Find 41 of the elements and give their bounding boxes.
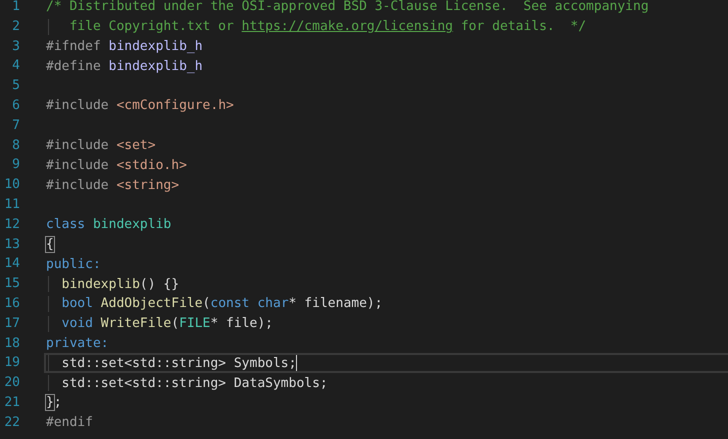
line-number: 9 xyxy=(11,156,20,174)
code-line: std::set<std::string> Symbols; xyxy=(44,353,728,374)
code-line: std::set<std::string> DataSymbols; xyxy=(44,373,328,393)
line-number: 19 xyxy=(3,354,20,372)
line-number: 7 xyxy=(11,116,20,135)
code-line: bindexplib() {} xyxy=(44,274,180,294)
code-line: #define bindexplib_h xyxy=(45,58,203,76)
code-line: bool AddObjectFile(const char* filename); xyxy=(44,294,383,314)
code-line: file Copyright.txt or https://cmake.org/licensing for details. */ xyxy=(44,16,586,37)
code-line: #include <set> xyxy=(45,136,156,155)
line-number: 5 xyxy=(11,77,20,96)
line-number: 6 xyxy=(11,96,20,115)
code-line: #ifndef bindexplib_h xyxy=(45,38,203,56)
line-number: 11 xyxy=(3,196,20,214)
code-line: public: xyxy=(45,256,101,274)
line-number: 20 xyxy=(3,374,20,392)
code-line: #include <string> xyxy=(45,176,180,195)
line-number: 13 xyxy=(3,236,20,254)
code-line: void WriteFile(FILE* file); xyxy=(44,314,274,334)
line-number: 10 xyxy=(3,176,20,194)
line-number: 12 xyxy=(3,216,20,234)
code-line: { xyxy=(45,236,54,254)
code-line: #include <cmConfigure.h> xyxy=(45,97,234,116)
code-line: /* Distributed under the OSI-approved BSD 3-Clause License. See accompanying xyxy=(45,0,649,16)
line-number: 3 xyxy=(11,38,20,56)
code-line: class bindexplib xyxy=(45,216,172,234)
line-number: 18 xyxy=(3,334,20,353)
line-number: 17 xyxy=(3,314,20,333)
line-number: 1 xyxy=(11,0,20,16)
line-number: 4 xyxy=(11,57,20,76)
line-number: 2 xyxy=(11,18,20,36)
code-line: }; xyxy=(45,394,62,412)
code-line: private: xyxy=(45,334,109,353)
code-line: #endif xyxy=(45,414,93,432)
line-number: 14 xyxy=(3,255,20,274)
line-number: 22 xyxy=(3,414,20,432)
code-line: #include <stdio.h> xyxy=(45,156,187,175)
line-number: 21 xyxy=(3,394,20,412)
line-number: 16 xyxy=(3,294,20,313)
line-number: 8 xyxy=(11,136,20,155)
line-number: 15 xyxy=(3,275,20,294)
